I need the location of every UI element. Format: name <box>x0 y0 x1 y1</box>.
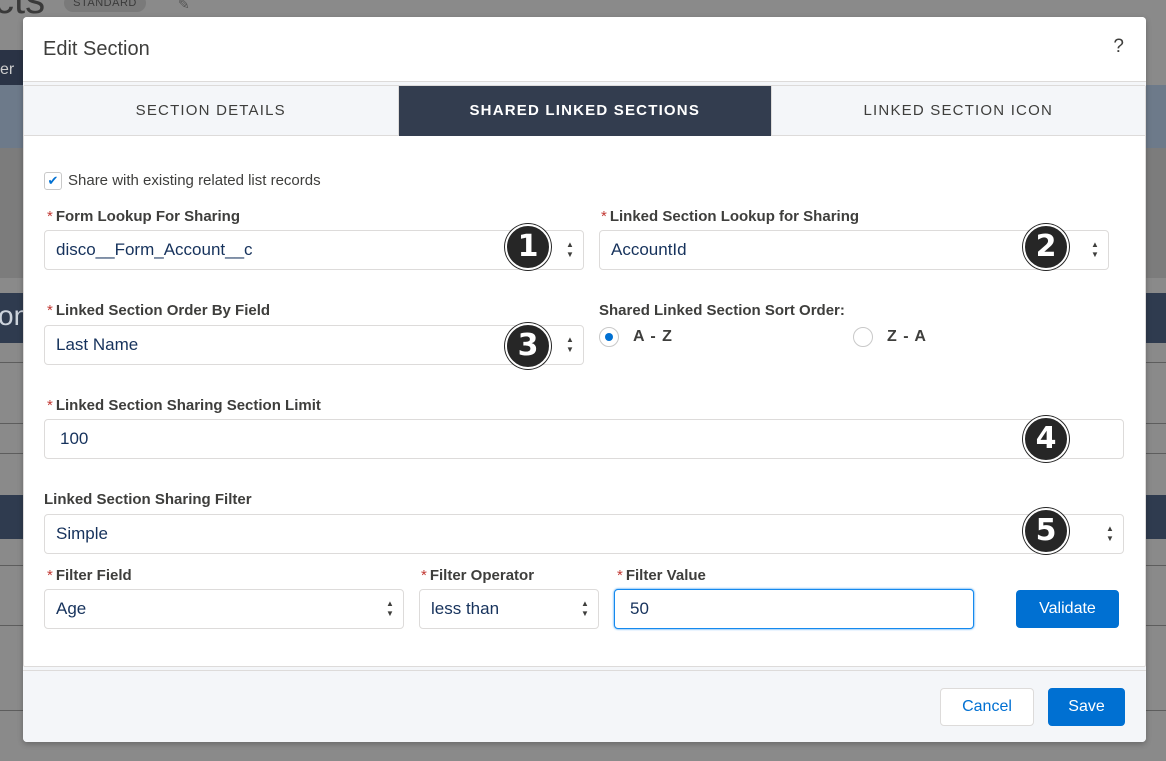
filter-operator-label-text: Filter Operator <box>429 567 535 584</box>
callout-marker-1: 1 <box>505 224 551 270</box>
pencil-icon: ✎ <box>178 0 190 12</box>
sort-order-radio-z-a[interactable] <box>853 327 873 347</box>
background-tab: er <box>0 50 24 90</box>
callout-marker-2: 2 <box>1023 224 1069 270</box>
required-marker: * <box>601 208 607 225</box>
tab-linked-section-icon[interactable]: LINKED SECTION ICON <box>771 86 1145 136</box>
required-marker: * <box>421 567 427 584</box>
sharing-filter-value: Simple <box>56 524 108 543</box>
sort-order-radio-a-z[interactable] <box>599 327 619 347</box>
section-limit-input[interactable]: 100 <box>44 419 1124 459</box>
filter-value-value: 50 <box>630 599 649 618</box>
sort-order-z-a-label: Z - A <box>887 328 927 345</box>
form-lookup-label: * Form Lookup For Sharing <box>47 208 240 225</box>
share-existing-checkbox[interactable]: ✔ <box>44 172 62 190</box>
filter-value-label-text: Filter Value <box>625 567 706 584</box>
modal-header: Edit Section ? <box>23 17 1146 82</box>
select-stepper-icon: ▲ ▼ <box>1106 524 1114 543</box>
order-by-select[interactable]: Last Name ▲ ▼ <box>44 325 584 365</box>
cancel-button[interactable]: Cancel <box>940 688 1034 726</box>
required-marker: * <box>47 208 53 225</box>
filter-operator-label: * Filter Operator <box>421 567 534 584</box>
filter-value-input[interactable]: 50 <box>614 589 974 629</box>
linked-lookup-label: * Linked Section Lookup for Sharing <box>601 208 859 225</box>
filter-field-value: Age <box>56 599 87 618</box>
save-button[interactable]: Save <box>1048 688 1125 726</box>
select-stepper-icon: ▲ ▼ <box>386 599 394 618</box>
filter-field-label-text: Filter Field <box>55 567 132 584</box>
form-lookup-select[interactable]: disco__Form_Account__c ▲ ▼ <box>44 230 584 270</box>
edit-section-modal: Edit Section ? SECTION DETAILS SHARED LI… <box>23 17 1146 742</box>
callout-marker-4: 4 <box>1023 416 1069 462</box>
required-marker: * <box>47 302 53 319</box>
required-marker: * <box>47 397 53 414</box>
sort-order-label: Shared Linked Section Sort Order: <box>599 302 845 319</box>
modal-footer: Cancel Save <box>23 670 1146 742</box>
share-existing-label: Share with existing related list records <box>68 172 321 189</box>
order-by-value: Last Name <box>56 335 139 354</box>
tab-shared-linked-sections[interactable]: SHARED LINKED SECTIONS <box>397 86 771 136</box>
required-marker: * <box>47 567 53 584</box>
section-limit-label-text: Linked Section Sharing Section Limit <box>55 397 321 414</box>
section-limit-label: * Linked Section Sharing Section Limit <box>47 397 321 414</box>
modal-title: Edit Section <box>43 38 150 60</box>
sort-order-a-z-label: A - Z <box>633 328 673 345</box>
filter-field-select[interactable]: Age ▲ ▼ <box>44 589 404 629</box>
help-icon[interactable]: ? <box>1113 36 1124 58</box>
select-stepper-icon: ▲ ▼ <box>581 599 589 618</box>
filter-field-label: * Filter Field <box>47 567 132 584</box>
form-lookup-label-text: Form Lookup For Sharing <box>55 208 241 225</box>
background-badge: STANDARD <box>64 0 146 12</box>
order-by-label-text: Linked Section Order By Field <box>55 302 271 319</box>
tab-section-details[interactable]: SECTION DETAILS <box>24 86 398 136</box>
select-stepper-icon: ▲ ▼ <box>1091 240 1099 259</box>
order-by-label: * Linked Section Order By Field <box>47 302 270 319</box>
tab-bar: SECTION DETAILS SHARED LINKED SECTIONS L… <box>24 86 1145 136</box>
filter-operator-value: less than <box>431 599 500 618</box>
linked-lookup-label-text: Linked Section Lookup for Sharing <box>609 208 860 225</box>
section-limit-value: 100 <box>60 429 89 448</box>
required-marker: * <box>617 567 623 584</box>
linked-lookup-value: AccountId <box>611 240 687 259</box>
select-stepper-icon: ▲ ▼ <box>566 240 574 259</box>
filter-operator-select[interactable]: less than ▲ ▼ <box>419 589 599 629</box>
form-lookup-value: disco__Form_Account__c <box>56 240 253 259</box>
validate-button[interactable]: Validate <box>1016 590 1119 628</box>
callout-marker-3: 3 <box>505 323 551 369</box>
select-stepper-icon: ▲ ▼ <box>566 335 574 354</box>
callout-marker-5: 5 <box>1023 508 1069 554</box>
filter-value-label: * Filter Value <box>617 567 706 584</box>
sharing-filter-label: Linked Section Sharing Filter <box>44 491 252 508</box>
sharing-filter-select[interactable]: Simple ▲ ▼ <box>44 514 1124 554</box>
